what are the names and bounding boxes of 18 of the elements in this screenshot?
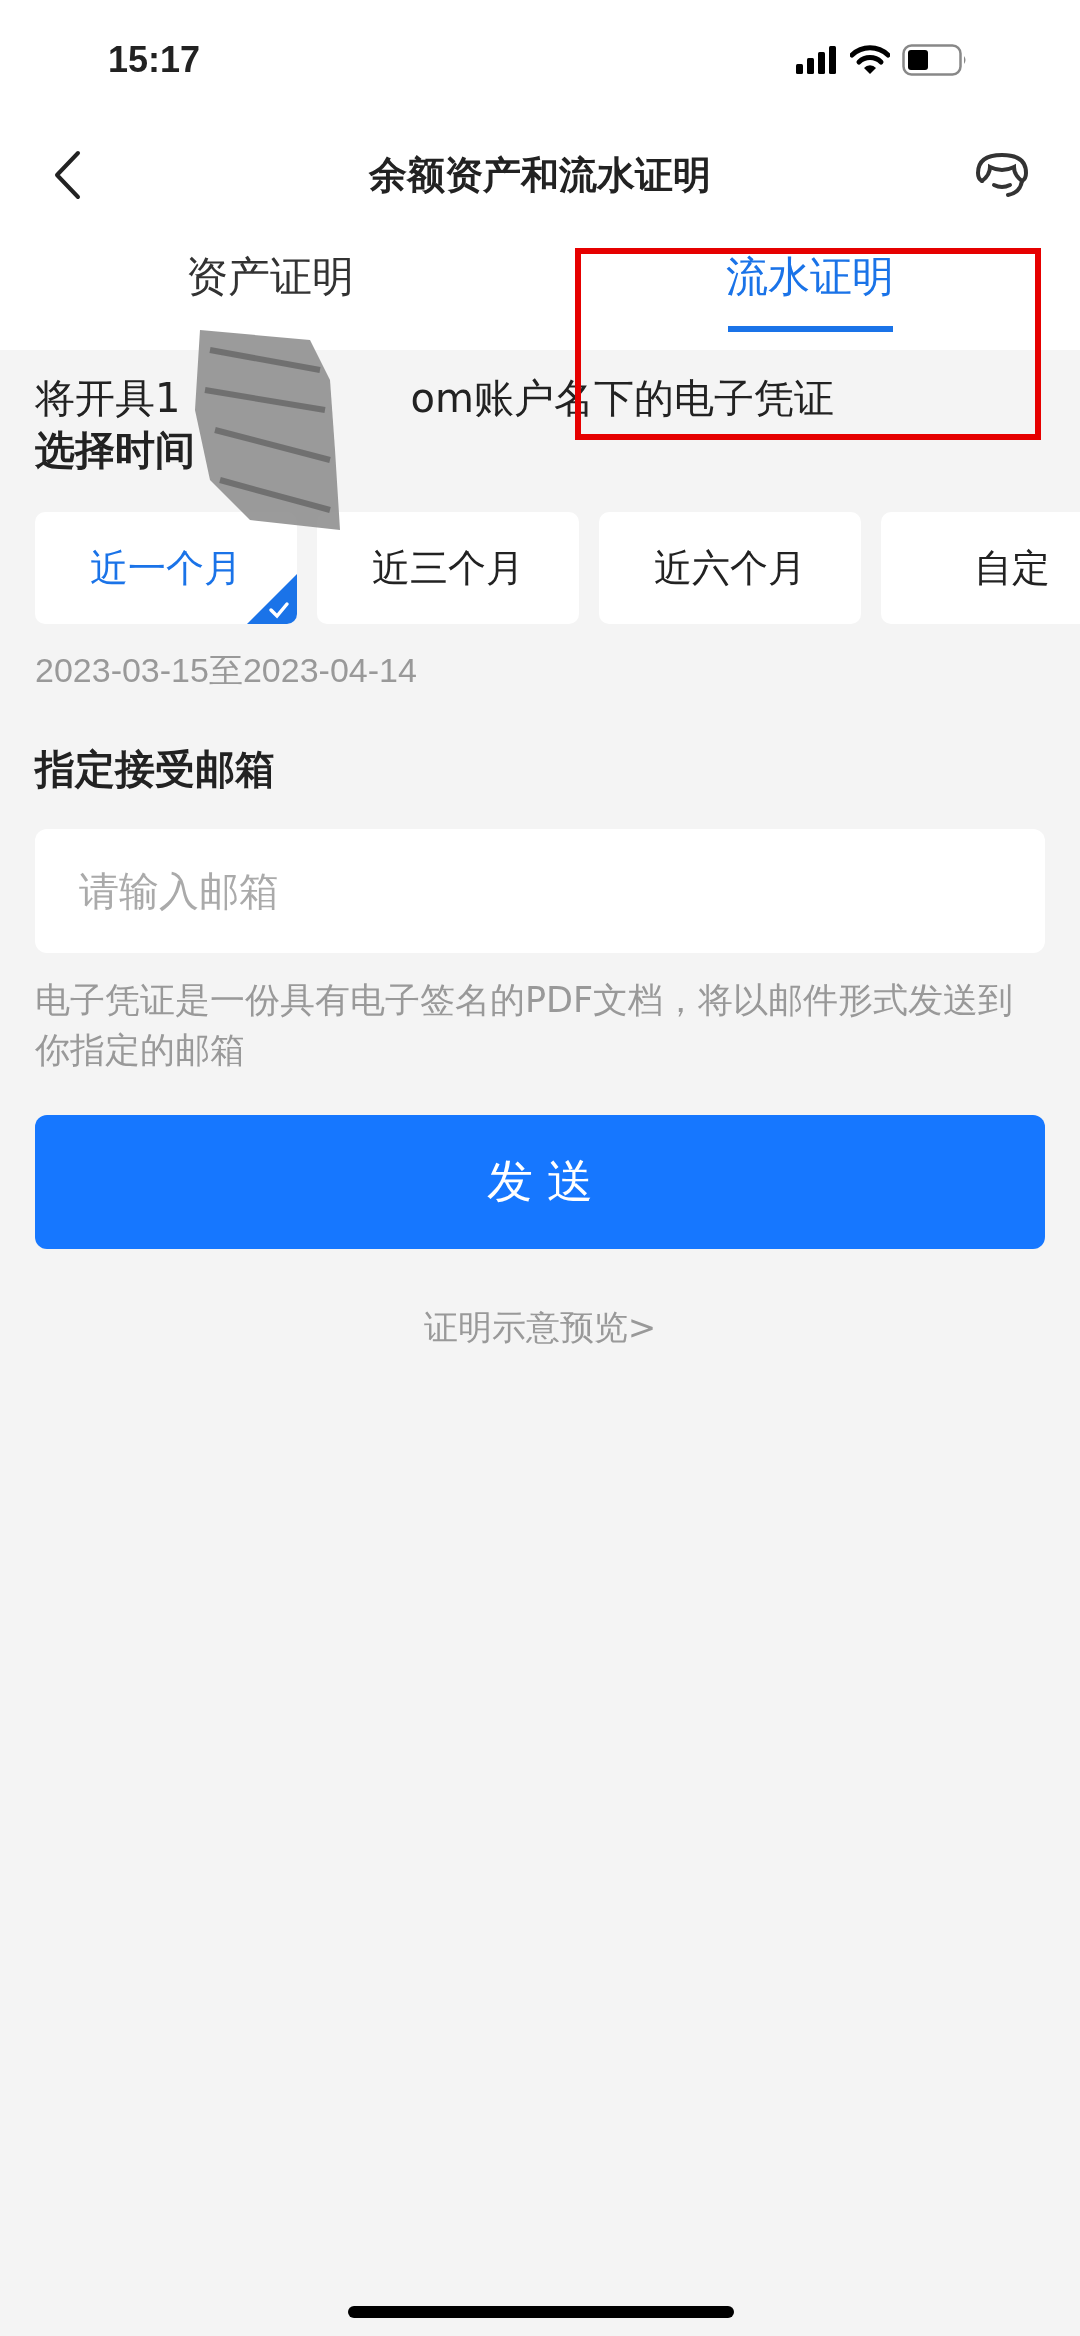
- date-range: 2023-03-15至2023-04-14: [35, 650, 418, 691]
- notice-text: 将开具1: [35, 374, 181, 423]
- send-button[interactable]: 发 送: [35, 1115, 1045, 1249]
- wifi-icon: [850, 45, 890, 75]
- status-time: 15:17: [108, 39, 201, 81]
- battery-icon: [902, 44, 968, 76]
- back-icon[interactable]: [52, 150, 82, 200]
- email-label: 指定接受邮箱: [35, 745, 276, 794]
- email-hint: 电子凭证是一份具有电子签名的PDF文档，将以邮件形式发送到你指定的邮箱: [35, 979, 1015, 1072]
- period-option[interactable]: 近一个月: [35, 512, 297, 624]
- period-option[interactable]: 自定: [881, 512, 1080, 624]
- email-field[interactable]: 请输入邮箱: [35, 829, 1045, 953]
- check-icon: [247, 574, 297, 624]
- period-option[interactable]: 近六个月: [599, 512, 861, 624]
- time-label: 选择时间: [35, 426, 196, 475]
- signal-icon: [796, 46, 838, 74]
- page-title: 余额资产和流水证明: [369, 151, 711, 199]
- period-option[interactable]: 近三个月: [317, 512, 579, 624]
